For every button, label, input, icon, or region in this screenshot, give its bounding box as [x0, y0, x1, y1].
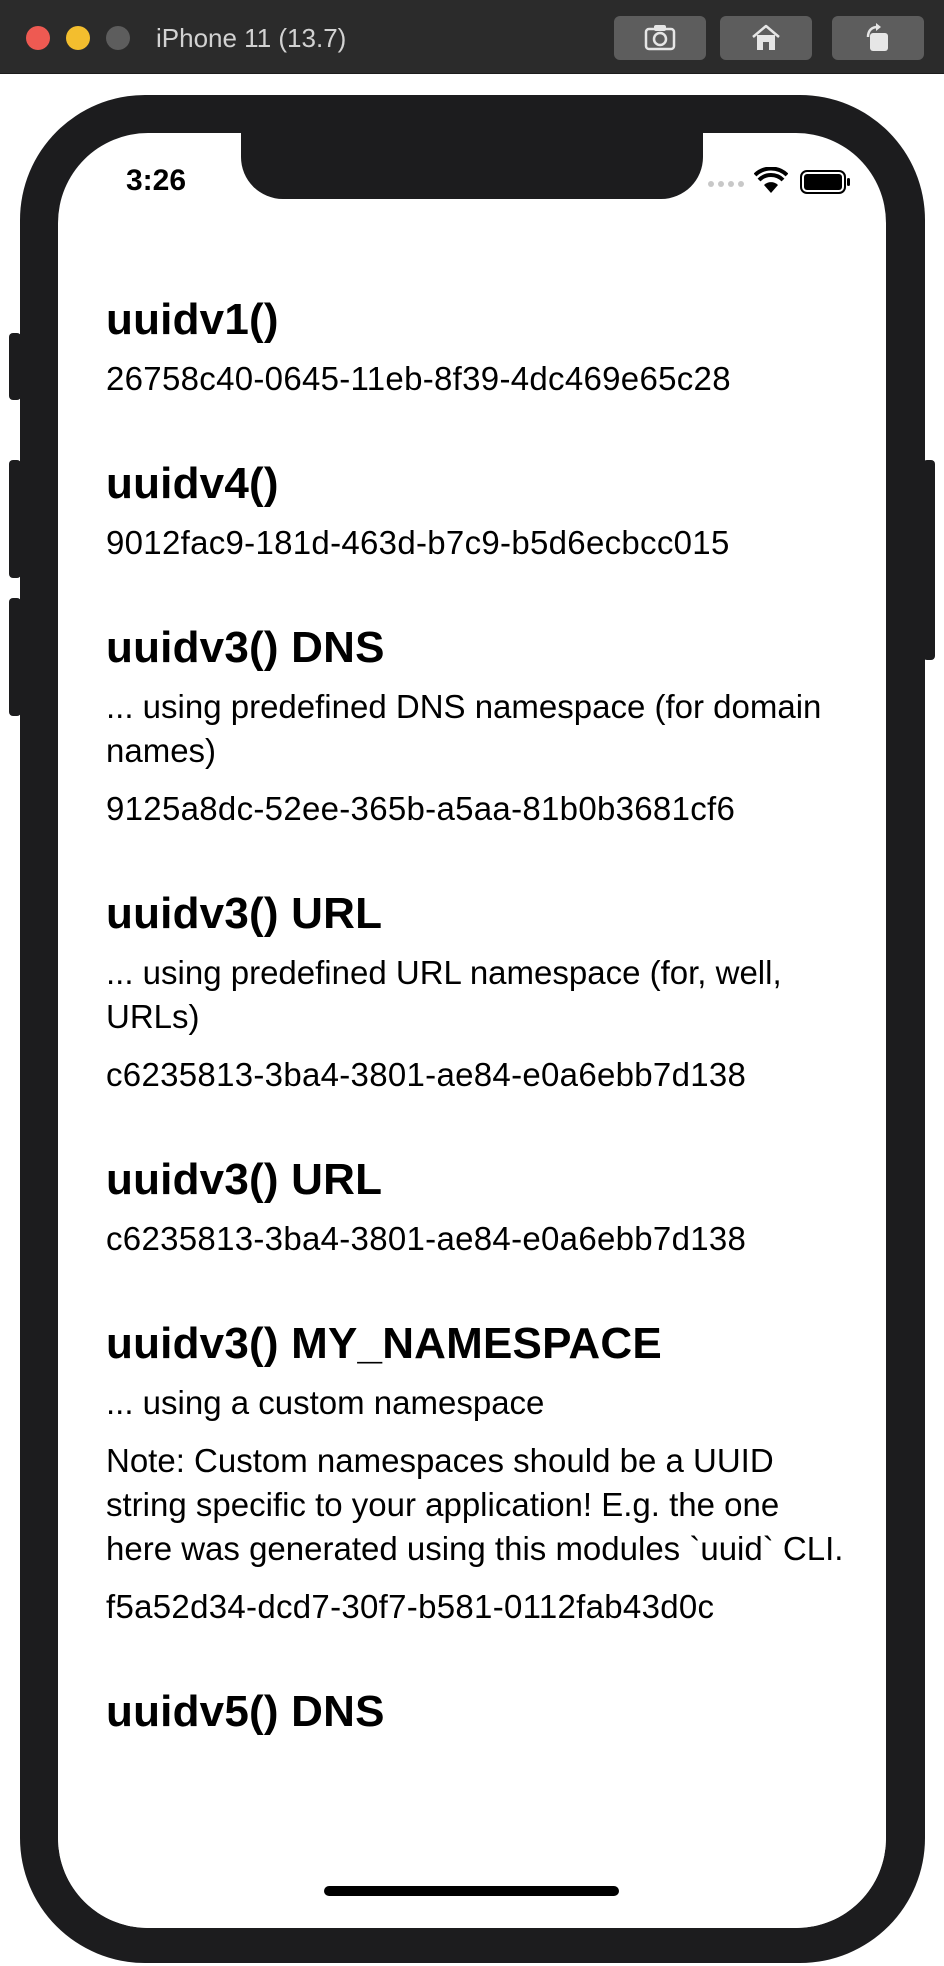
uuid-value: 9012fac9-181d-463d-b7c9-b5d6ecbcc015	[106, 524, 730, 561]
iphone-screen: 3:26 uuidv1() 26758c40-0645-11eb-8f39-4d…	[58, 133, 886, 1928]
section-uuidv3-url: uuidv3() URL ... using predefined URL na…	[106, 887, 846, 1097]
section-heading: uuidv5() DNS	[106, 1687, 385, 1736]
section-heading: uuidv4()	[106, 459, 279, 508]
section-uuidv3-url-2: uuidv3() URL c6235813-3ba4-3801-ae84-e0a…	[106, 1153, 846, 1261]
uuid-value: c6235813-3ba4-3801-ae84-e0a6ebb7d138	[106, 1220, 747, 1257]
uuid-value: 26758c40-0645-11eb-8f39-4dc469e65c28	[106, 360, 731, 397]
uuid-list: uuidv1() 26758c40-0645-11eb-8f39-4dc469e…	[106, 293, 846, 1795]
status-time: 3:26	[126, 164, 187, 197]
uuid-value: c6235813-3ba4-3801-ae84-e0a6ebb7d138	[106, 1056, 747, 1093]
screenshot-icon	[644, 25, 676, 51]
section-description: ... using a custom namespace	[106, 1384, 545, 1421]
rotate-icon	[866, 23, 888, 51]
battery-icon	[800, 170, 850, 194]
uuid-value: 9125a8dc-52ee-365b-a5aa-81b0b3681cf6	[106, 790, 736, 827]
section-uuidv3-dns: uuidv3() DNS ... using predefined DNS na…	[106, 621, 846, 831]
home-indicator[interactable]	[324, 1886, 619, 1896]
section-heading: uuidv3() URL	[106, 889, 383, 938]
window-title: iPhone 11 (13.7)	[156, 23, 347, 53]
section-description: ... using predefined URL namespace (for,…	[106, 954, 782, 1035]
signal-icon	[708, 181, 748, 187]
home-button[interactable]	[720, 16, 812, 60]
section-note: Note: Custom namespaces should be a UUID…	[106, 1442, 844, 1567]
status-icons	[708, 167, 860, 197]
home-icon	[752, 24, 780, 50]
section-heading: uuidv3() DNS	[106, 623, 385, 672]
wifi-icon	[754, 167, 788, 193]
rotate-button[interactable]	[832, 16, 924, 60]
close-window-button[interactable]	[26, 26, 50, 50]
minimize-window-button[interactable]	[66, 26, 90, 50]
section-heading: uuidv1()	[106, 295, 279, 344]
screenshot-button[interactable]	[614, 16, 706, 60]
uuid-value: f5a52d34-dcd7-30f7-b581-0112fab43d0c	[106, 1588, 715, 1625]
section-uuidv5-dns: uuidv5() DNS	[106, 1685, 846, 1739]
section-heading: uuidv3() MY_NAMESPACE	[106, 1319, 662, 1368]
section-description: ... using predefined DNS namespace (for …	[106, 688, 822, 769]
section-uuidv3-my-namespace: uuidv3() MY_NAMESPACE ... using a custom…	[106, 1317, 846, 1629]
notch	[241, 133, 703, 199]
section-uuidv1: uuidv1() 26758c40-0645-11eb-8f39-4dc469e…	[106, 293, 846, 401]
simulator-titlebar: iPhone 11 (13.7)	[0, 0, 944, 74]
scroll-clip	[58, 1837, 886, 1928]
zoom-window-button[interactable]	[106, 26, 130, 50]
section-heading: uuidv3() URL	[106, 1155, 383, 1204]
section-uuidv4: uuidv4() 9012fac9-181d-463d-b7c9-b5d6ecb…	[106, 457, 846, 565]
